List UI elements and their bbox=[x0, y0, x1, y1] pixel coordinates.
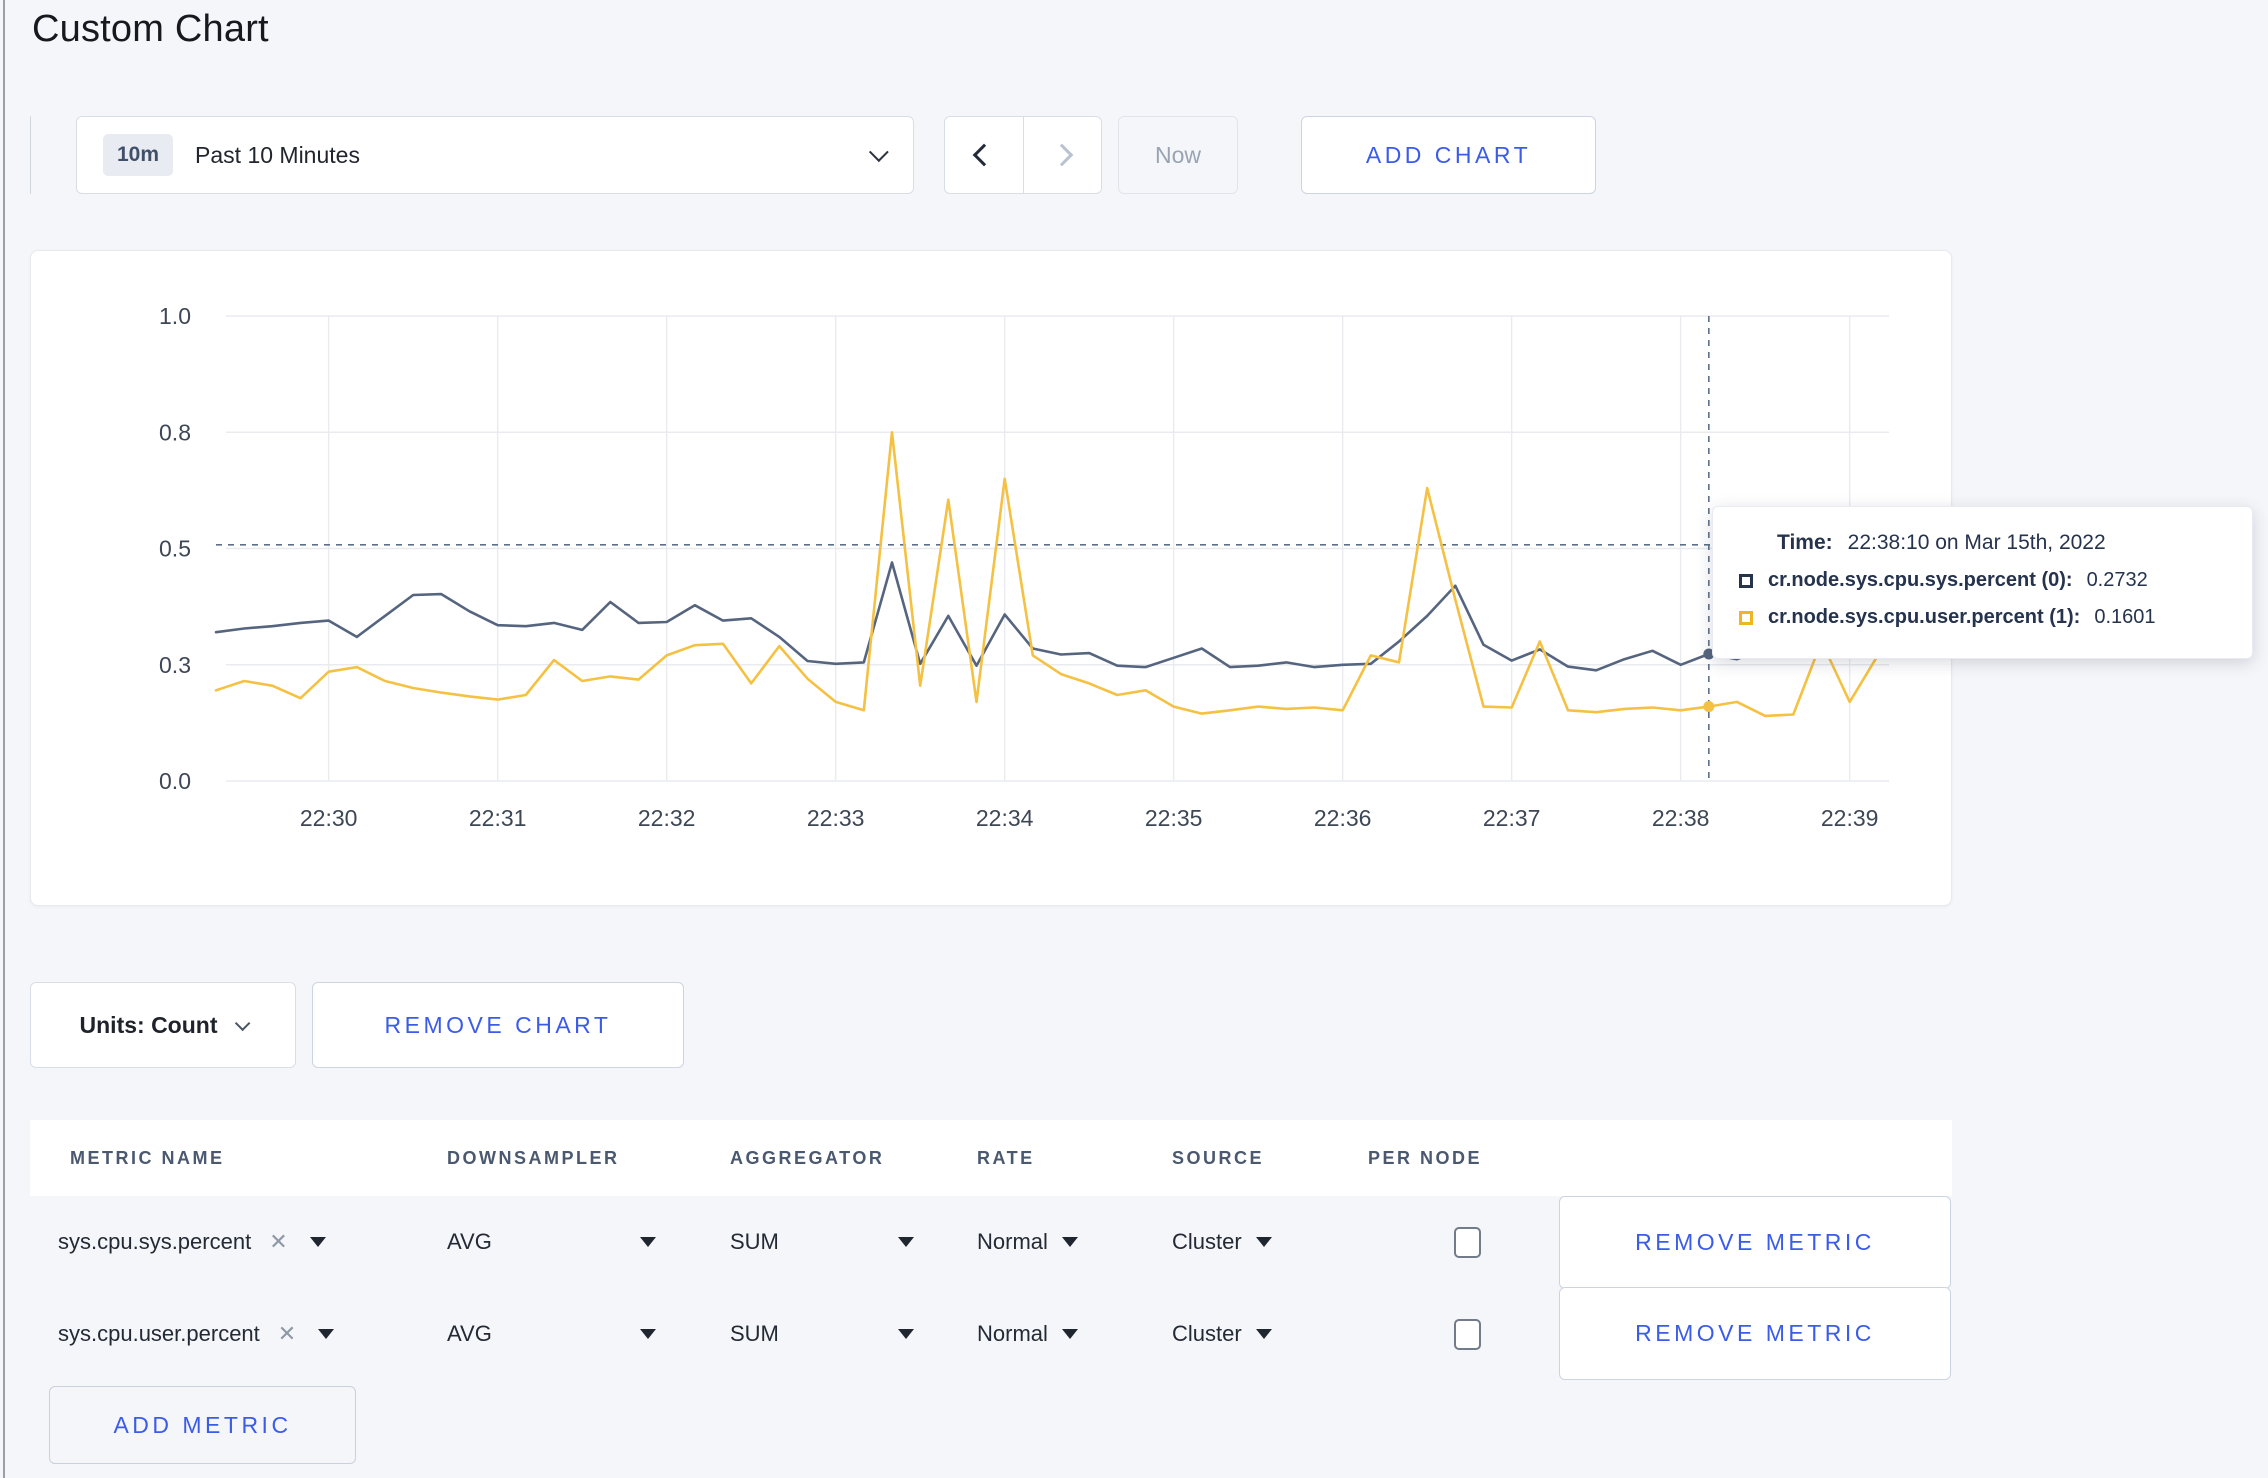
y-axis-tick-label: 1.0 bbox=[159, 303, 191, 329]
chevron-right-icon bbox=[1050, 143, 1074, 167]
y-axis-tick-label: 0.5 bbox=[159, 536, 191, 562]
caret-down-icon[interactable] bbox=[640, 1329, 656, 1339]
caret-down-icon[interactable] bbox=[898, 1237, 914, 1247]
series-line-user bbox=[214, 431, 1880, 718]
caret-down-icon bbox=[1061, 1329, 1078, 1339]
source-select[interactable]: Cluster bbox=[1172, 1288, 1272, 1380]
time-range-badge: 10m bbox=[103, 134, 174, 176]
clear-metric-icon[interactable]: ✕ bbox=[269, 1229, 287, 1255]
timeseries-plot[interactable]: 0.0 0.3 0.5 0.8 1.0 22:30 22:31 22:32 22:33 22:34… bbox=[31, 251, 1953, 907]
window-left-edge bbox=[3, 0, 5, 1478]
time-range-dropdown[interactable]: 10m Past 10 Minutes bbox=[76, 116, 914, 194]
controls-left-divider bbox=[30, 116, 31, 194]
col-header-downsampler: DOWNSAMPLER bbox=[447, 1147, 620, 1168]
per-node-checkbox[interactable] bbox=[1454, 1227, 1481, 1258]
downsampler-value: AVG bbox=[447, 1229, 492, 1254]
chart-card: 0.0 0.3 0.5 0.8 1.0 22:30 22:31 22:32 22:33 22:34… bbox=[30, 250, 1952, 906]
chevron-down-icon bbox=[235, 1015, 251, 1031]
source-value: Cluster bbox=[1172, 1229, 1242, 1254]
col-header-aggregator: AGGREGATOR bbox=[730, 1147, 885, 1168]
custom-chart-page: { "page_title": "Custom Chart", "colors"… bbox=[0, 0, 2268, 1478]
caret-down-icon[interactable] bbox=[898, 1329, 914, 1339]
metric-name-value: sys.cpu.user.percent bbox=[58, 1321, 260, 1346]
aggregator-value: SUM bbox=[730, 1229, 779, 1254]
y-axis-tick-label: 0.8 bbox=[159, 419, 191, 445]
chart-tooltip: Time: 22:38:10 on Mar 15th, 2022 cr.node… bbox=[1712, 506, 2253, 659]
col-header-per-node: PER NODE bbox=[1368, 1147, 1483, 1168]
caret-down-icon bbox=[1255, 1237, 1272, 1247]
metric-name-dropdown[interactable]: sys.cpu.sys.percent ✕ bbox=[58, 1196, 326, 1288]
remove-metric-button[interactable]: REMOVE METRIC bbox=[1559, 1196, 1951, 1289]
source-value: Cluster bbox=[1172, 1321, 1242, 1346]
tooltip-series-sys-value: 0.2732 bbox=[2086, 569, 2148, 591]
downsampler-select[interactable]: AVG bbox=[447, 1196, 492, 1288]
x-axis-tick-label: 22:34 bbox=[976, 805, 1034, 831]
time-range-label: Past 10 Minutes bbox=[195, 141, 360, 168]
chevron-left-icon bbox=[972, 143, 996, 167]
units-dropdown[interactable]: Units: Count bbox=[30, 982, 296, 1068]
rate-value: Normal bbox=[977, 1229, 1048, 1254]
aggregator-value: SUM bbox=[730, 1321, 779, 1346]
remove-metric-button[interactable]: REMOVE METRIC bbox=[1559, 1287, 1951, 1380]
hover-marker-user bbox=[1703, 701, 1715, 713]
time-pager bbox=[944, 116, 1102, 194]
tooltip-series-sys-label: cr.node.sys.cpu.sys.percent (0): bbox=[1768, 569, 2073, 591]
x-axis-tick-label: 22:30 bbox=[300, 805, 358, 831]
add-metric-button[interactable]: ADD METRIC bbox=[49, 1386, 356, 1464]
caret-down-icon[interactable] bbox=[640, 1237, 656, 1247]
source-select[interactable]: Cluster bbox=[1172, 1196, 1272, 1288]
tooltip-series-user-value: 0.1601 bbox=[2094, 606, 2156, 628]
y-axis-tick-label: 0.0 bbox=[159, 768, 191, 794]
x-axis-tick-label: 22:32 bbox=[638, 805, 696, 831]
now-button[interactable]: Now bbox=[1118, 116, 1238, 194]
legend-swatch-sys-icon bbox=[1739, 573, 1753, 588]
page-title: Custom Chart bbox=[32, 8, 269, 50]
caret-down-icon bbox=[318, 1329, 335, 1339]
y-axis-tick-label: 0.3 bbox=[159, 652, 191, 678]
x-axis-tick-label: 22:35 bbox=[1145, 805, 1203, 831]
tooltip-series-user-label: cr.node.sys.cpu.user.percent (1): bbox=[1768, 606, 2081, 628]
metric-name-dropdown[interactable]: sys.cpu.user.percent ✕ bbox=[58, 1288, 335, 1380]
next-time-button[interactable] bbox=[1024, 117, 1102, 193]
caret-down-icon bbox=[309, 1237, 326, 1247]
aggregator-select[interactable]: SUM bbox=[730, 1196, 779, 1288]
prev-time-button[interactable] bbox=[945, 117, 1024, 193]
tooltip-time-label: Time: bbox=[1777, 531, 1833, 554]
caret-down-icon bbox=[1255, 1329, 1272, 1339]
caret-down-icon bbox=[1061, 1237, 1078, 1247]
clear-metric-icon[interactable]: ✕ bbox=[278, 1321, 296, 1347]
legend-swatch-user-icon bbox=[1739, 610, 1753, 625]
rate-value: Normal bbox=[977, 1321, 1048, 1346]
add-chart-button[interactable]: ADD CHART bbox=[1301, 116, 1596, 194]
col-header-source: SOURCE bbox=[1172, 1147, 1265, 1168]
remove-chart-button[interactable]: REMOVE CHART bbox=[312, 982, 684, 1068]
downsampler-select[interactable]: AVG bbox=[447, 1288, 492, 1380]
units-label: Units: Count bbox=[79, 1011, 218, 1038]
x-axis-tick-label: 22:33 bbox=[807, 805, 865, 831]
metric-name-value: sys.cpu.sys.percent bbox=[58, 1229, 252, 1254]
x-axis-tick-label: 22:36 bbox=[1314, 805, 1372, 831]
col-header-rate: RATE bbox=[977, 1147, 1035, 1168]
x-axis-tick-label: 22:37 bbox=[1483, 805, 1541, 831]
x-axis-tick-label: 22:31 bbox=[469, 805, 527, 831]
table-row: sys.cpu.user.percent ✕ AVG SUM Normal Cl… bbox=[30, 1287, 1952, 1380]
tooltip-time-value: 22:38:10 on Mar 15th, 2022 bbox=[1847, 531, 2106, 554]
rate-select[interactable]: Normal bbox=[977, 1288, 1078, 1380]
chevron-down-icon bbox=[868, 142, 889, 163]
x-axis-tick-label: 22:38 bbox=[1652, 805, 1710, 831]
series-line-sys bbox=[214, 561, 1880, 672]
aggregator-select[interactable]: SUM bbox=[730, 1288, 779, 1380]
downsampler-value: AVG bbox=[447, 1321, 492, 1346]
table-row: sys.cpu.sys.percent ✕ AVG SUM Normal Clu… bbox=[30, 1196, 1952, 1289]
col-header-metric-name: METRIC NAME bbox=[70, 1147, 225, 1168]
rate-select[interactable]: Normal bbox=[977, 1196, 1078, 1288]
per-node-checkbox[interactable] bbox=[1454, 1319, 1481, 1350]
metrics-table-header: METRIC NAME DOWNSAMPLER AGGREGATOR RATE … bbox=[30, 1120, 1952, 1196]
x-axis-tick-label: 22:39 bbox=[1821, 805, 1879, 831]
